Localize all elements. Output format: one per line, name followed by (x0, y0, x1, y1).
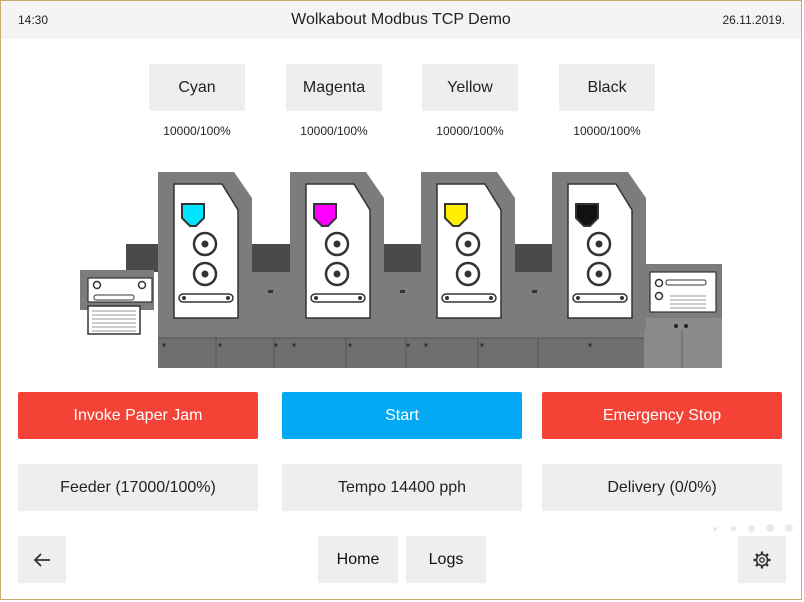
yellow-ink-button[interactable]: Yellow (422, 64, 518, 111)
emergency-stop-button[interactable]: Emergency Stop (542, 392, 782, 439)
back-button[interactable] (18, 536, 66, 583)
indicator-dot (713, 527, 717, 531)
black-ink-level: 10000/100% (573, 124, 641, 138)
tempo-status: Tempo 14400 pph (282, 464, 522, 511)
indicator-dot (731, 526, 736, 531)
cyan-printing-unit (156, 170, 254, 332)
cyan-ink-level: 10000/100% (163, 124, 231, 138)
status-bar: 14:30 Wolkabout Modbus TCP Demo 26.11.20… (1, 1, 801, 39)
yellow-printing-unit (419, 170, 517, 332)
magenta-printing-unit (288, 170, 386, 332)
app-title: Wolkabout Modbus TCP Demo (291, 11, 511, 28)
gear-icon (753, 551, 771, 568)
delivery-status: Delivery (0/0%) (542, 464, 782, 511)
indicator-dot (748, 525, 755, 532)
indicator-dot (766, 524, 774, 532)
magenta-ink-button[interactable]: Magenta (286, 64, 382, 111)
feeder-status: Feeder (17000/100%) (18, 464, 258, 511)
home-button[interactable]: Home (318, 536, 398, 583)
yellow-ink-level: 10000/100% (436, 124, 504, 138)
printing-press-illustration (80, 170, 722, 368)
magenta-ink-level: 10000/100% (300, 124, 368, 138)
invoke-paper-jam-button[interactable]: Invoke Paper Jam (18, 392, 258, 439)
indicator-dot (785, 524, 793, 532)
arrow-left-icon (33, 552, 50, 567)
black-ink-button[interactable]: Black (559, 64, 655, 111)
black-printing-unit (550, 170, 648, 332)
logs-button[interactable]: Logs (406, 536, 486, 583)
start-button[interactable]: Start (282, 392, 522, 439)
settings-button[interactable] (738, 536, 786, 583)
cyan-ink-button[interactable]: Cyan (149, 64, 245, 111)
date: 26.11.2019. (722, 13, 785, 27)
